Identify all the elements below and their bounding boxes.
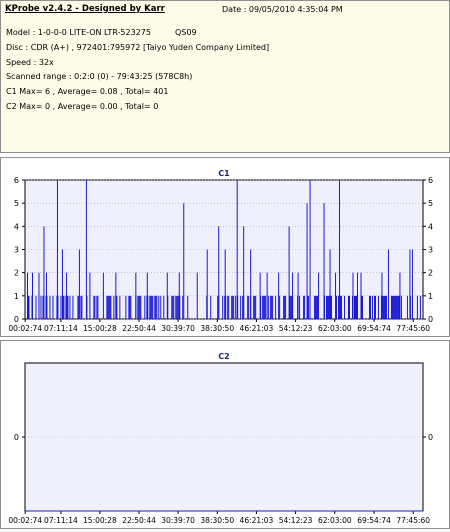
c2-ytick-label-right: 0: [428, 433, 433, 442]
scan-speed: Speed : 32x: [6, 58, 54, 67]
c2-xtick-label: 38:30:50: [200, 516, 234, 525]
c2-ytick-label-left: 0: [14, 433, 19, 442]
c2-xtick-label: 69:54:74: [357, 516, 391, 525]
c1-chart: C1 0 0 1 1 2 2 3 3 4 4 5 5 6 6 00:02:74 07:11:14 15:00:28…: [8, 169, 433, 333]
app-title: KProbe v2.4.2 - Designed by Karr: [5, 4, 165, 14]
c1-xtick-label: 69:54:74: [357, 324, 391, 333]
drive-model: Model : 1-0-0-0 LITE-ON LTR-523275: [6, 28, 151, 37]
c1-xtick-label: 46:21:03: [240, 324, 274, 333]
scan-date: Date : 09/05/2010 4:35:04 PM: [222, 5, 343, 14]
c1-xtick-label: 15:00:28: [83, 324, 117, 333]
info-panel: KProbe v2.4.2 - Designed by Karr Date : …: [0, 0, 450, 153]
c1-ytick-label-left: 3: [14, 246, 19, 255]
c2-xtick-label: 07:11:14: [44, 516, 78, 525]
c2-xtick-label: 54:12:23: [279, 516, 313, 525]
c1-xtick-label: 77:45:60: [396, 324, 430, 333]
disc-info: Disc : CDR (A+) , 972401:795972 [Taiyo Y…: [6, 43, 270, 52]
c1-xtick-label: 38:30:50: [200, 324, 234, 333]
c1-ytick-label-right: 5: [428, 199, 433, 208]
c1-ytick-label-right: 0: [428, 315, 433, 324]
c2-xtick-label: 46:21:03: [240, 516, 274, 525]
c1-xtick-label: 00:02:74: [8, 324, 42, 333]
c2-xtick-label: 00:02:74: [8, 516, 42, 525]
c1-xtick-label: 07:11:14: [44, 324, 78, 333]
c1-ytick-label-right: 3: [428, 246, 433, 255]
c1-ytick-label-left: 0: [14, 315, 19, 324]
c1-ytick-label-right: 4: [428, 222, 433, 231]
drive-model-code: QS09: [175, 28, 197, 37]
c2-summary: C2 Max= 0 , Average= 0.00 , Total= 0: [6, 102, 159, 111]
c1-title: C1: [218, 169, 230, 178]
c1-chart-panel: C1 0 0 1 1 2 2 3 3 4 4 5 5 6 6 00:02:74 07:11:14 15:00:28…: [0, 157, 450, 337]
c2-xtick-label: 22:50:44: [122, 516, 156, 525]
c2-chart-panel: C2 0 0 00:02:74 07:11:14 15:00:28 22:50:44 30:3…: [0, 340, 450, 529]
c1-ytick-label-right: 2: [428, 269, 433, 278]
c1-xtick-label: 54:12:23: [279, 324, 313, 333]
c1-xtick-label: 22:50:44: [122, 324, 156, 333]
c2-title: C2: [218, 352, 229, 361]
scanned-range: Scanned range : 0:2:0 (0) - 79:43:25 (57…: [6, 72, 193, 81]
c1-ytick-label-left: 2: [14, 269, 19, 278]
c2-xtick-label: 77:45:60: [396, 516, 430, 525]
c1-ytick-label-left: 6: [14, 176, 19, 185]
c1-ytick-label-left: 5: [14, 199, 19, 208]
c1-xtick-label: 62:03:00: [318, 324, 352, 333]
c1-ytick-label-left: 1: [14, 292, 19, 301]
c1-ytick-label-right: 6: [428, 176, 433, 185]
c2-xtick-label: 30:39:70: [161, 516, 195, 525]
c2-xtick-label: 62:03:00: [318, 516, 352, 525]
c1-xtick-label: 30:39:70: [161, 324, 195, 333]
c1-ytick-label-right: 1: [428, 292, 433, 301]
c1-ytick-label-left: 4: [14, 222, 19, 231]
c2-xtick-label: 15:00:28: [83, 516, 117, 525]
c2-chart: C2 0 0 00:02:74 07:11:14 15:00:28 22:50:44 30:3…: [8, 352, 433, 525]
c1-summary: C1 Max= 6 , Average= 0.08 , Total= 401: [6, 87, 169, 96]
